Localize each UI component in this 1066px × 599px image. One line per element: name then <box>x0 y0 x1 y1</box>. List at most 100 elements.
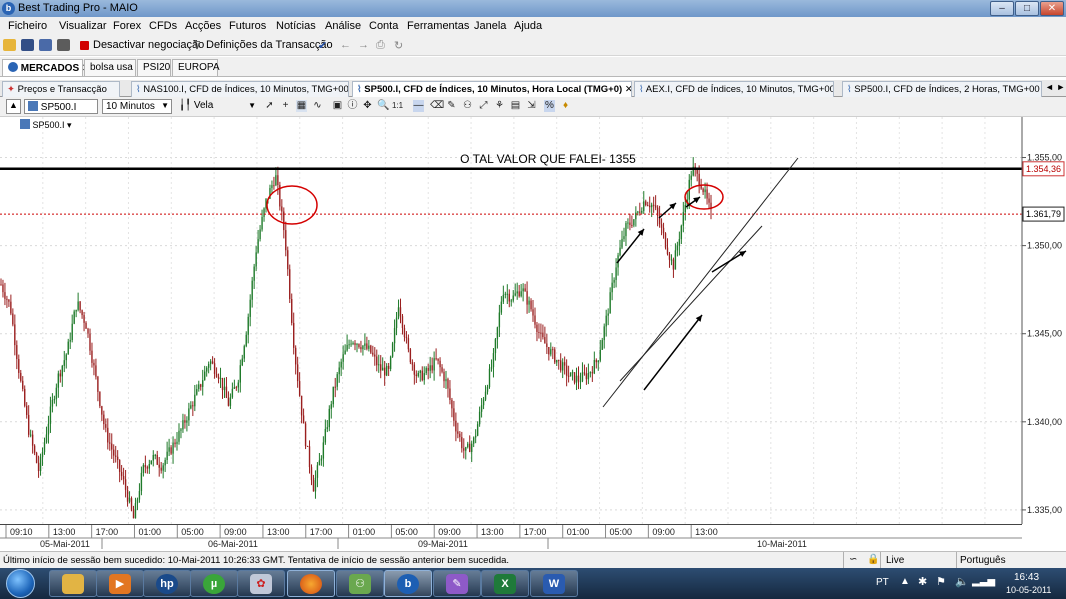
taskbar-file-explorer[interactable] <box>49 570 97 597</box>
taskbar-best-trading[interactable]: b <box>384 570 432 597</box>
taskbar-paint-app[interactable]: ✎ <box>433 570 481 597</box>
checkmark-icon[interactable]: ✔ <box>318 39 327 52</box>
lock-icon[interactable]: 🔒 <box>867 554 879 565</box>
flag-icon[interactable]: ⚑ <box>936 575 946 588</box>
taskbar-network[interactable]: ⚇ <box>336 570 384 597</box>
filter-icon[interactable]: ⊽ <box>193 39 201 52</box>
percent-icon[interactable]: % <box>544 100 555 112</box>
zoom-icon[interactable]: 🔍 <box>377 100 389 112</box>
menu-futuros[interactable]: Futuros <box>229 20 266 32</box>
open-folder-icon[interactable] <box>3 39 16 51</box>
menu-ferramentas[interactable]: Ferramentas <box>407 20 469 32</box>
collapse-icon[interactable]: ▲ <box>6 99 21 114</box>
printer-icon[interactable]: ⎙ <box>376 39 385 52</box>
magnet-icon[interactable]: ⤢ <box>478 100 489 112</box>
candle-body <box>558 359 560 361</box>
tab-nas100[interactable]: ⌇ NAS100.I, CFD de Índices, 10 Minutos, … <box>131 81 349 97</box>
menu-analise[interactable]: Análise <box>325 20 361 32</box>
taskbar-word[interactable]: W <box>530 570 578 597</box>
clock-date[interactable]: 10-05-2011 <box>1006 585 1051 595</box>
tab-label: SP500.I, CFD de Índices, 2 Horas, TMG+00 <box>854 84 1040 95</box>
menu-ajuda[interactable]: Ajuda <box>514 20 542 32</box>
drawing-icon[interactable]: ▣ <box>332 100 343 112</box>
back-arrow-icon[interactable]: ← <box>340 39 351 51</box>
layers-icon[interactable]: ▤ <box>510 100 521 112</box>
network-signal-icon[interactable]: ▂▃▅ <box>972 576 995 587</box>
maximize-button[interactable]: □ <box>1015 1 1039 16</box>
symbol-field[interactable]: SP500.I <box>24 99 98 114</box>
stop-trading-icon[interactable] <box>80 41 89 50</box>
zoom-box-icon[interactable]: ▦ <box>296 100 307 112</box>
candle-body <box>115 455 117 457</box>
menu-cfds[interactable]: CFDs <box>149 20 177 32</box>
ratio-icon[interactable]: 1:1 <box>392 100 403 112</box>
taskbar-media-player[interactable]: ▶ <box>96 570 144 597</box>
menu-noticias[interactable]: Notícias <box>276 20 316 32</box>
chart-area[interactable]: SP500.I ▾ O TAL VALOR QUE FALEI- 1355 1.… <box>0 117 1066 524</box>
language-label[interactable]: Português <box>960 555 1006 566</box>
pan-icon[interactable]: ✥ <box>362 100 373 112</box>
alert-icon[interactable]: ♦ <box>560 100 571 112</box>
tab-psi20[interactable]: PSI20 <box>137 59 171 76</box>
clock-time[interactable]: 16:43 <box>1014 572 1039 583</box>
taskbar-paint[interactable]: ✿ <box>237 570 285 597</box>
tab-close-icon[interactable]: ✕ <box>625 84 631 95</box>
close-button[interactable]: ✕ <box>1040 1 1064 16</box>
chart-style-dropdown[interactable]: ╽╿ Vela ▼ <box>176 99 258 114</box>
tab-mercados[interactable]: MERCADOS ✕ <box>2 59 90 76</box>
tray-language[interactable]: PT <box>876 577 889 588</box>
template-icon[interactable]: ⚇ <box>462 100 473 112</box>
deactivate-trading-button[interactable]: Desactivar negociação <box>93 39 204 51</box>
candle-body <box>391 343 394 357</box>
word-icon: W <box>543 574 565 594</box>
save-icon[interactable] <box>21 39 34 51</box>
info-icon[interactable]: ⓘ <box>347 100 358 112</box>
candle-body <box>474 435 477 438</box>
print-icon[interactable] <box>57 39 70 51</box>
tab-bolsa-usa[interactable]: bolsa usa <box>84 59 136 76</box>
menu-visualizar[interactable]: Visualizar <box>59 20 107 32</box>
interval-dropdown[interactable]: 10 Minutos ▼ <box>102 99 172 114</box>
taskbar-firefox[interactable] <box>287 570 335 597</box>
eraser-icon[interactable]: ⌫ <box>430 100 444 112</box>
tab-sp500-10min[interactable]: ⌇ SP500.I, CFD de Índices, 10 Minutos, H… <box>352 81 632 97</box>
tray-app-icon[interactable]: ✱ <box>918 575 927 588</box>
tab-aex[interactable]: ⌇ AEX.I, CFD de Índices, 10 Minutos, TMG… <box>634 81 834 97</box>
windows-start-icon[interactable] <box>6 569 35 598</box>
tab-europa[interactable]: EUROPA <box>172 59 220 76</box>
tray-expand-icon[interactable]: ▲ <box>900 576 910 587</box>
save-all-icon[interactable] <box>39 39 52 51</box>
menu-conta[interactable]: Conta <box>369 20 398 32</box>
candle-body <box>702 188 704 193</box>
transaction-settings-button[interactable]: Definições da Transacção <box>206 39 333 51</box>
candle-body <box>89 333 91 351</box>
menu-ficheiro[interactable]: Ficheiro <box>8 20 47 32</box>
pencil-icon[interactable]: ✎ <box>446 100 457 112</box>
taskbar-excel[interactable]: X <box>481 570 529 597</box>
candlestick-chart[interactable]: O TAL VALOR QUE FALEI- 1355 1.355,001.35… <box>0 117 1066 524</box>
forward-arrow-icon[interactable]: → <box>358 39 369 51</box>
menu-forex[interactable]: Forex <box>113 20 141 32</box>
indicator-icon[interactable]: ∿ <box>312 100 323 112</box>
menu-accoes[interactable]: Acções <box>185 20 221 32</box>
refresh-icon[interactable]: ↻ <box>394 39 403 52</box>
candle-body <box>374 354 376 357</box>
taskbar-hp[interactable]: hp <box>143 570 191 597</box>
tab-scroll-arrows[interactable]: ◄ ► <box>1045 82 1065 92</box>
tab-sp500-2h[interactable]: ⌇ SP500.I, CFD de Índices, 2 Horas, TMG+… <box>842 81 1042 97</box>
symbol-legend[interactable]: SP500.I ▾ <box>20 119 72 131</box>
volume-icon[interactable]: 🔈 <box>955 575 969 588</box>
shapes-icon[interactable]: ⚘ <box>494 100 505 112</box>
menu-janela[interactable]: Janela <box>474 20 506 32</box>
crosshair-icon[interactable]: + <box>280 100 291 112</box>
chart-tab-bar: ✦ Preços e Transacção ⌇ NAS100.I, CFD de… <box>0 80 1066 97</box>
minimize-button[interactable]: – <box>990 1 1014 16</box>
chart-annotations: O TAL VALOR QUE FALEI- 1355 <box>0 152 1022 408</box>
export-icon[interactable]: ⇲ <box>526 100 537 112</box>
pointer-icon[interactable]: ➚ <box>264 100 275 112</box>
taskbar-utorrent[interactable]: µ <box>190 570 238 597</box>
tab-precos-transaccao[interactable]: ✦ Preços e Transacção <box>2 81 120 97</box>
line-tool-icon[interactable]: — <box>413 100 424 112</box>
candle-body <box>508 293 510 302</box>
connection-icon[interactable]: ∽ <box>849 554 857 565</box>
